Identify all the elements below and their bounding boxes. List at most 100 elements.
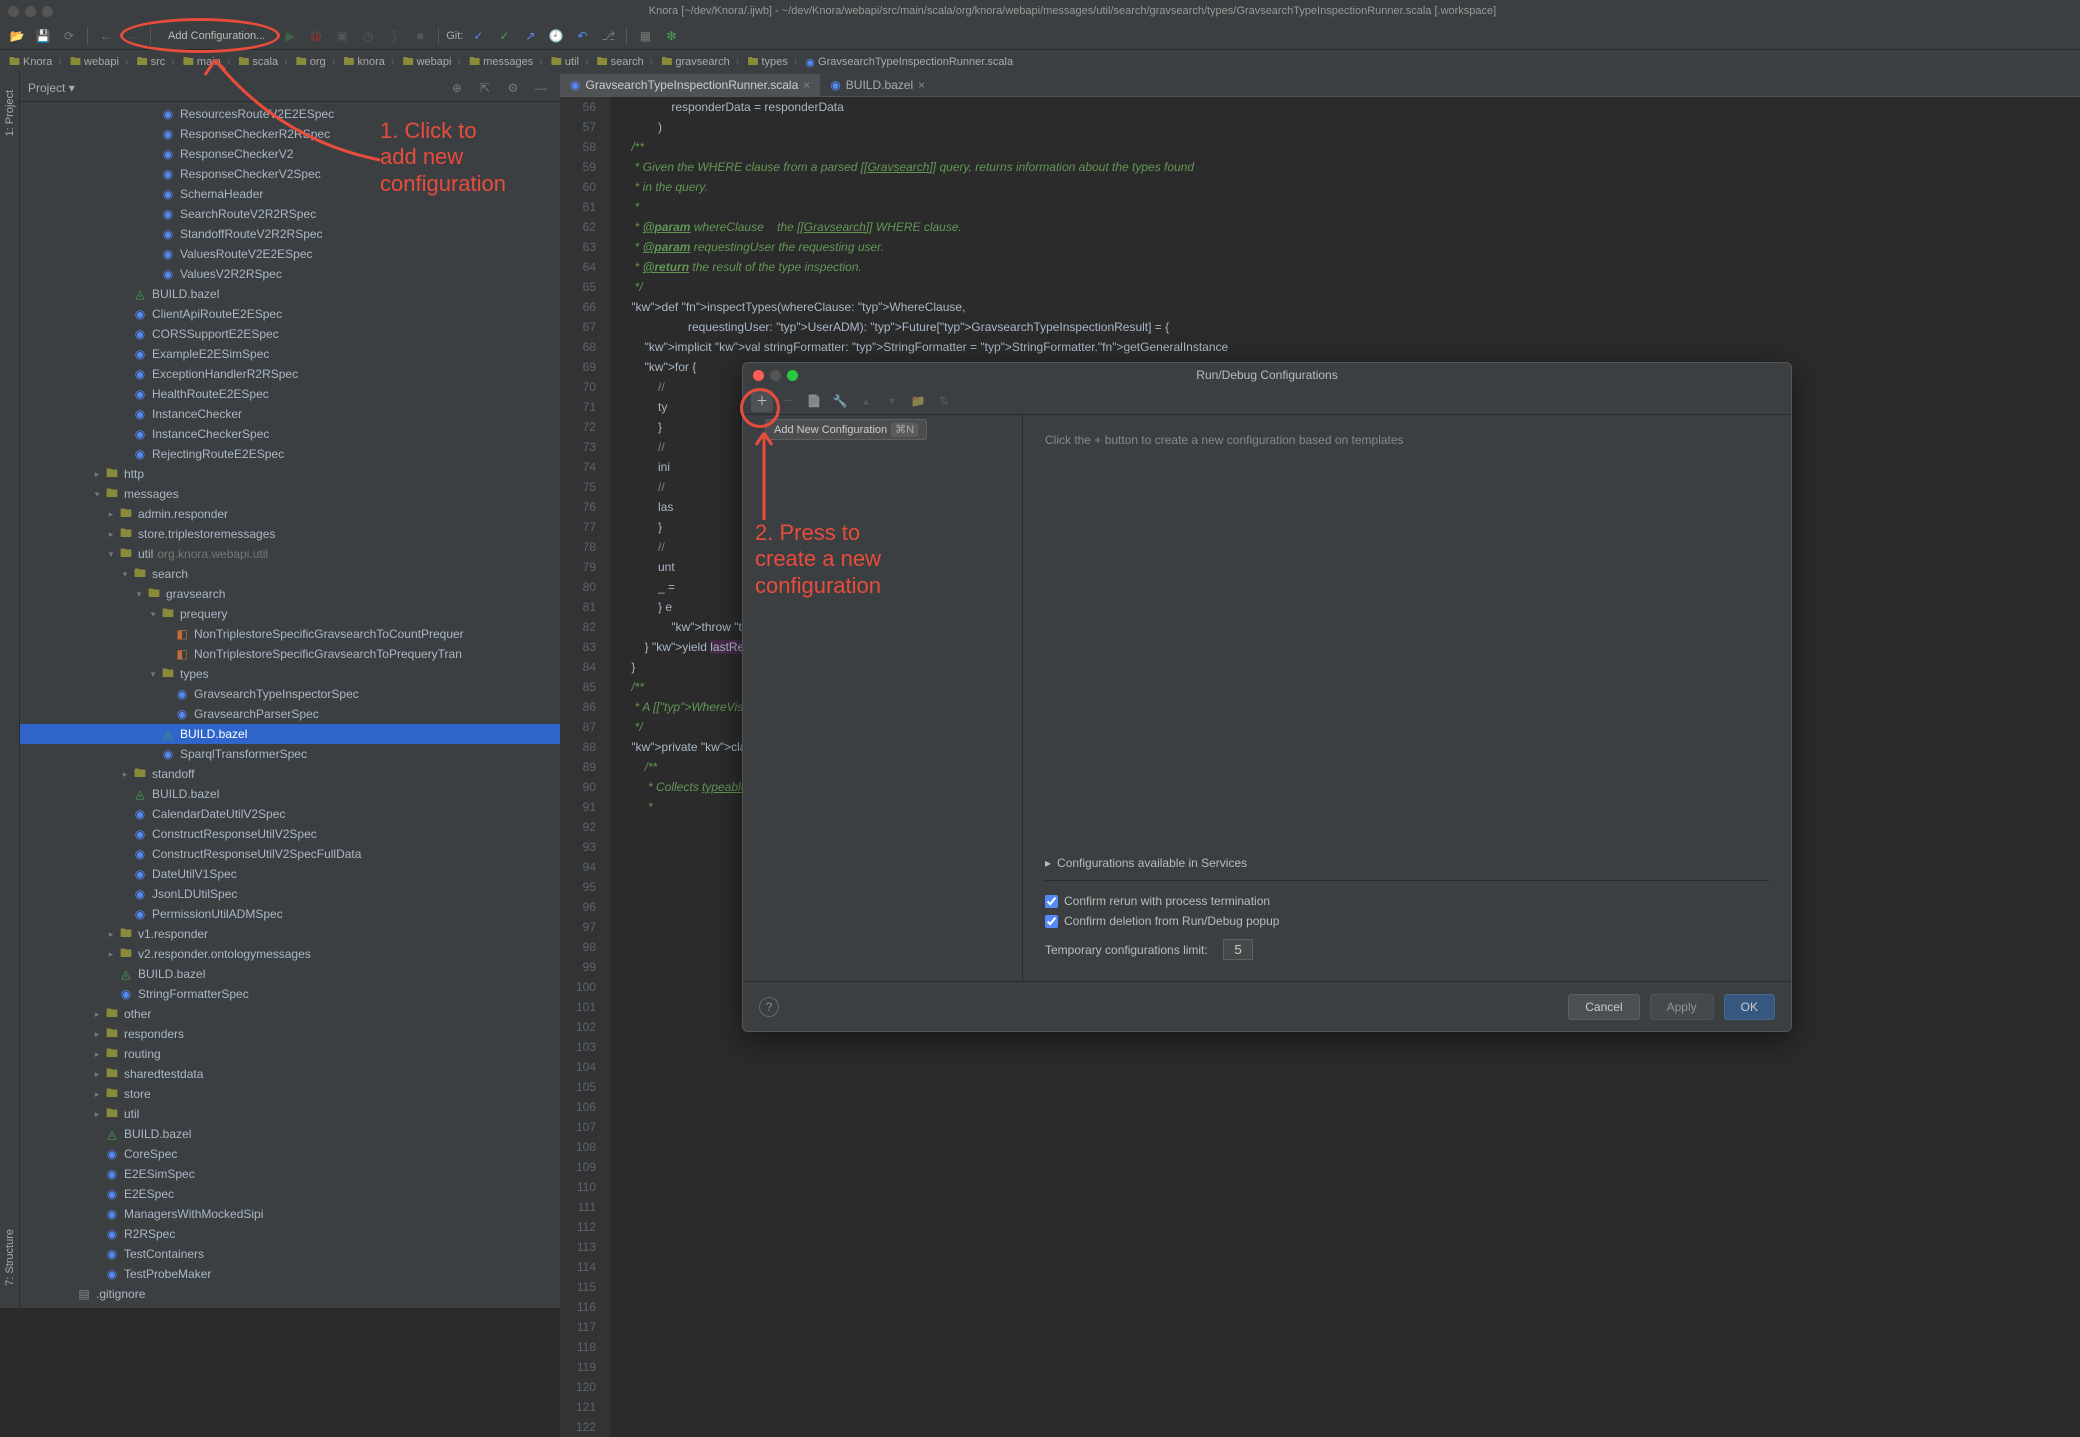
tree-item[interactable]: ▸🖿v1.responder — [20, 924, 560, 944]
tree-item[interactable]: ▸🖿v2.responder.ontologymessages — [20, 944, 560, 964]
git-push-icon[interactable]: ↗ — [519, 25, 541, 47]
tree-item[interactable]: ◬BUILD.bazel — [20, 724, 560, 744]
tree-item[interactable]: ◉CoreSpec — [20, 1144, 560, 1164]
stop-icon[interactable]: ■ — [409, 25, 431, 47]
limit-input[interactable] — [1223, 939, 1253, 960]
tree-item[interactable]: ◉StandoffRouteV2R2RSpec — [20, 224, 560, 244]
save-icon[interactable]: 💾 — [32, 25, 54, 47]
debug-icon[interactable]: 🐞 — [305, 25, 327, 47]
move-down-button[interactable]: ▾ — [881, 390, 903, 412]
attach-icon[interactable]: ⟆ — [383, 25, 405, 47]
tree-item[interactable]: ▸🖿routing — [20, 1044, 560, 1064]
tree-item[interactable]: ◉CalendarDateUtilV2Spec — [20, 804, 560, 824]
breadcrumb-item[interactable]: 🖿 org — [293, 53, 339, 72]
refresh-icon[interactable]: ⟳ — [58, 25, 80, 47]
breadcrumb-item[interactable]: 🖿 knora — [340, 53, 397, 72]
tree-item[interactable]: ▾🖿types — [20, 664, 560, 684]
add-configuration-dropdown[interactable]: Add Configuration... — [158, 28, 275, 44]
breadcrumb-item[interactable]: 🖿 messages — [466, 53, 546, 72]
tree-item[interactable]: ◉SchemaHeader — [20, 184, 560, 204]
gutter-structure[interactable]: 7: Structure — [4, 1217, 16, 1298]
remove-config-button[interactable]: － — [777, 390, 799, 412]
copy-config-button[interactable]: 📄 — [803, 390, 825, 412]
gear-icon[interactable]: ⚙ — [502, 77, 524, 99]
breadcrumb-item[interactable]: 🖿 webapi — [400, 53, 465, 72]
tree-item[interactable]: ◉TestContainers — [20, 1244, 560, 1264]
tree-item[interactable]: ◉ClientApiRouteE2ESpec — [20, 304, 560, 324]
breadcrumb-item[interactable]: 🖿 search — [594, 53, 657, 72]
tree-item[interactable]: ▸🖿standoff — [20, 764, 560, 784]
confirm-delete-checkbox[interactable] — [1045, 915, 1058, 928]
tree-item[interactable]: ◉ValuesRouteV2E2ESpec — [20, 244, 560, 264]
git-update-icon[interactable]: ✓ — [467, 25, 489, 47]
tree-item[interactable]: ◉GravsearchParserSpec — [20, 704, 560, 724]
tree-item[interactable]: ◉ValuesV2R2RSpec — [20, 264, 560, 284]
breadcrumb-item[interactable]: ◉ GravsearchTypeInspectionRunner.scala — [802, 56, 1022, 69]
tree-item[interactable]: ◉ResponseCheckerR2RSpec — [20, 124, 560, 144]
help-button[interactable]: ? — [759, 997, 779, 1017]
structure-icon[interactable]: ▦ — [634, 25, 656, 47]
tree-item[interactable]: ◉ResourcesRouteV2E2ESpec — [20, 104, 560, 124]
tree-item[interactable]: ◉GravsearchTypeInspectorSpec — [20, 684, 560, 704]
tree-item[interactable]: ◉RejectingRouteE2ESpec — [20, 444, 560, 464]
tree-item[interactable]: ◉ManagersWithMockedSipi — [20, 1204, 560, 1224]
tree-item[interactable]: ◧NonTriplestoreSpecificGravsearchToCount… — [20, 624, 560, 644]
breadcrumb-item[interactable]: 🖿 scala — [235, 53, 290, 72]
tree-item[interactable]: ◬BUILD.bazel — [20, 1304, 560, 1308]
tree-item[interactable]: ◉HealthRouteE2ESpec — [20, 384, 560, 404]
tree-item[interactable]: ◬BUILD.bazel — [20, 284, 560, 304]
sort-button[interactable]: ⇅ — [933, 390, 955, 412]
min-dot[interactable] — [25, 6, 36, 17]
tree-item[interactable]: ◉CORSSupportE2ESpec — [20, 324, 560, 344]
add-config-button[interactable]: ＋ — [751, 390, 773, 412]
breadcrumb-item[interactable]: 🖿 util — [548, 53, 592, 72]
ok-button[interactable]: OK — [1724, 994, 1775, 1020]
tree-item[interactable]: ▸🖿util — [20, 1104, 560, 1124]
tree-item[interactable]: ◉ResponseCheckerV2 — [20, 144, 560, 164]
tree-item[interactable]: ▸🖿other — [20, 1004, 560, 1024]
tree-item[interactable]: ◉PermissionUtilADMSpec — [20, 904, 560, 924]
git-branch-icon[interactable]: ⎇ — [597, 25, 619, 47]
tree-item[interactable]: ▾🖿messages — [20, 484, 560, 504]
move-up-button[interactable]: ▴ — [855, 390, 877, 412]
open-icon[interactable]: 📂 — [6, 25, 28, 47]
tree-item[interactable]: ◉InstanceCheckerSpec — [20, 424, 560, 444]
tree-item[interactable]: ◉JsonLDUtilSpec — [20, 884, 560, 904]
editor-tab[interactable]: ◉ BUILD.bazel × — [820, 74, 935, 96]
project-panel-title[interactable]: Project ▾ — [28, 81, 446, 95]
tree-item[interactable]: ▸🖿http — [20, 464, 560, 484]
run-icon[interactable]: ▶ — [279, 25, 301, 47]
tree-item[interactable]: ▾🖿gravsearch — [20, 584, 560, 604]
tree-item[interactable]: ▸🖿sharedtestdata — [20, 1064, 560, 1084]
git-revert-icon[interactable]: ↶ — [571, 25, 593, 47]
tree-item[interactable]: ▾🖿utilorg.knora.webapi.util — [20, 544, 560, 564]
cancel-button[interactable]: Cancel — [1568, 994, 1639, 1020]
tree-item[interactable]: ◧NonTriplestoreSpecificGravsearchToPrequ… — [20, 644, 560, 664]
dialog-close-icon[interactable] — [753, 370, 764, 381]
tree-item[interactable]: ◉ConstructResponseUtilV2SpecFullData — [20, 844, 560, 864]
back-icon[interactable]: ← — [95, 25, 117, 47]
tree-item[interactable]: ◉ConstructResponseUtilV2Spec — [20, 824, 560, 844]
tree-item[interactable]: ◉ResponseCheckerV2Spec — [20, 164, 560, 184]
editor-tabs[interactable]: ◉ GravsearchTypeInspectionRunner.scala ×… — [560, 74, 2080, 97]
tree-item[interactable]: ▤.gitignore — [20, 1284, 560, 1304]
tree-item[interactable]: ◉InstanceChecker — [20, 404, 560, 424]
tree-item[interactable]: ◉ExceptionHandlerR2RSpec — [20, 364, 560, 384]
breadcrumb-item[interactable]: 🖿 webapi — [67, 53, 132, 72]
tree-item[interactable]: ◬BUILD.bazel — [20, 784, 560, 804]
tree-item[interactable]: ◉SparqlTransformerSpec — [20, 744, 560, 764]
folder-button[interactable]: 📁 — [907, 390, 929, 412]
bazel-icon[interactable]: ❇ — [660, 25, 682, 47]
tree-item[interactable]: ◉R2RSpec — [20, 1224, 560, 1244]
project-tree[interactable]: ◉ResourcesRouteV2E2ESpec◉ResponseChecker… — [20, 102, 560, 1308]
coverage-icon[interactable]: ▣ — [331, 25, 353, 47]
zoom-dot[interactable] — [42, 6, 53, 17]
tree-item[interactable]: ▸🖿responders — [20, 1024, 560, 1044]
collapse-icon[interactable]: ⇱ — [474, 77, 496, 99]
tree-item[interactable]: ◬BUILD.bazel — [20, 1124, 560, 1144]
tree-item[interactable]: ◬BUILD.bazel — [20, 964, 560, 984]
tree-item[interactable]: ◉DateUtilV1Spec — [20, 864, 560, 884]
dialog-zoom-icon[interactable] — [787, 370, 798, 381]
tree-item[interactable]: ◉SearchRouteV2R2RSpec — [20, 204, 560, 224]
target-icon[interactable]: ⊕ — [446, 77, 468, 99]
